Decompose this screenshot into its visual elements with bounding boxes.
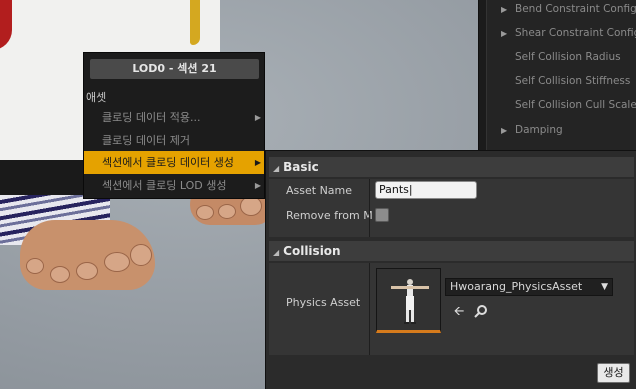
toe <box>218 204 236 219</box>
details-row-self-collision-stiffness: Self Collision Stiffness <box>515 75 631 87</box>
toe <box>196 205 214 220</box>
column-divider[interactable] <box>369 203 370 237</box>
triangle-down-icon[interactable]: ◢ <box>273 164 279 173</box>
toe <box>26 258 44 274</box>
toe <box>240 196 262 216</box>
chevron-down-icon: ▼ <box>601 282 608 292</box>
category-basic[interactable]: ◢ Basic <box>269 157 634 177</box>
asset-name-label: Asset Name <box>286 184 353 197</box>
details-row-shear-constraint[interactable]: ▶ Shear Constraint Config <box>501 21 636 45</box>
context-menu-section-header: 애셋 <box>86 91 107 104</box>
create-button[interactable]: 생성 <box>597 363 630 383</box>
menu-item-remove-clothing-data[interactable]: 클로딩 데이터 제거 <box>84 129 264 152</box>
details-row-bend-constraint[interactable]: ▶ Bend Constraint Config <box>501 0 636 21</box>
property-row-asset-name: Asset Name Pants| <box>269 179 634 203</box>
remove-from-mesh-checkbox[interactable] <box>375 208 389 222</box>
submenu-arrow-icon: ▶ <box>254 158 261 167</box>
details-panel-gutter <box>479 0 487 150</box>
toe <box>50 266 70 283</box>
context-menu: LOD0 - 섹션 21 애셋 클로딩 데이터 적용... ▶ 클로딩 데이터 … <box>83 52 265 199</box>
search-icon <box>474 305 487 318</box>
submenu-arrow-icon: ▶ <box>254 113 261 122</box>
details-row-self-collision-radius: Self Collision Radius <box>515 51 621 63</box>
details-row-damping[interactable]: ▶ Damping <box>501 118 563 142</box>
category-collision[interactable]: ◢ Collision <box>269 241 634 261</box>
create-clothing-dialog: ◢ Basic Asset Name Pants| Remove from M ◢… <box>265 150 636 389</box>
toe <box>104 252 130 272</box>
property-row-physics-asset: Physics Asset Hwoarang_PhysicsAsset ▼ 🡨 <box>269 263 634 355</box>
magnifier-icon[interactable] <box>473 304 489 320</box>
column-divider[interactable] <box>369 179 370 203</box>
submenu-arrow-icon: ▶ <box>254 181 261 190</box>
menu-item-apply-clothing-data[interactable]: 클로딩 데이터 적용... ▶ <box>84 106 264 129</box>
pants-gold-trim <box>190 0 200 45</box>
details-panel: ▶ Bend Constraint Config ▶ Shear Constrain… <box>478 0 636 150</box>
triangle-right-icon[interactable]: ▶ <box>501 22 515 46</box>
toe <box>76 262 98 280</box>
physics-asset-thumbnail[interactable] <box>376 268 441 333</box>
column-divider[interactable] <box>369 263 370 355</box>
triangle-right-icon[interactable]: ▶ <box>501 0 515 22</box>
triangle-right-icon[interactable]: ▶ <box>501 119 515 143</box>
menu-item-create-clothing-data-from-section[interactable]: 섹션에서 클로딩 데이터 생성 ▶ <box>84 151 264 174</box>
asset-name-input[interactable]: Pants| <box>375 181 477 199</box>
context-menu-title: LOD0 - 섹션 21 <box>90 59 259 79</box>
details-row-self-collision-cull-scale: Self Collision Cull Scale <box>515 99 636 111</box>
physics-asset-dropdown[interactable]: Hwoarang_PhysicsAsset ▼ <box>445 278 613 296</box>
remove-from-mesh-label: Remove from M <box>286 209 373 222</box>
toe <box>130 244 152 266</box>
arrow-left-icon[interactable]: 🡨 <box>451 304 467 320</box>
triangle-down-icon[interactable]: ◢ <box>273 248 279 257</box>
physics-asset-label: Physics Asset <box>286 296 361 309</box>
property-row-remove-from-mesh: Remove from M <box>269 203 634 237</box>
character-tpose-icon <box>391 279 429 324</box>
pants-red-stripe <box>0 0 12 50</box>
menu-item-create-clothing-lod-from-section[interactable]: 섹션에서 클로딩 LOD 생성 ▶ <box>84 174 264 197</box>
